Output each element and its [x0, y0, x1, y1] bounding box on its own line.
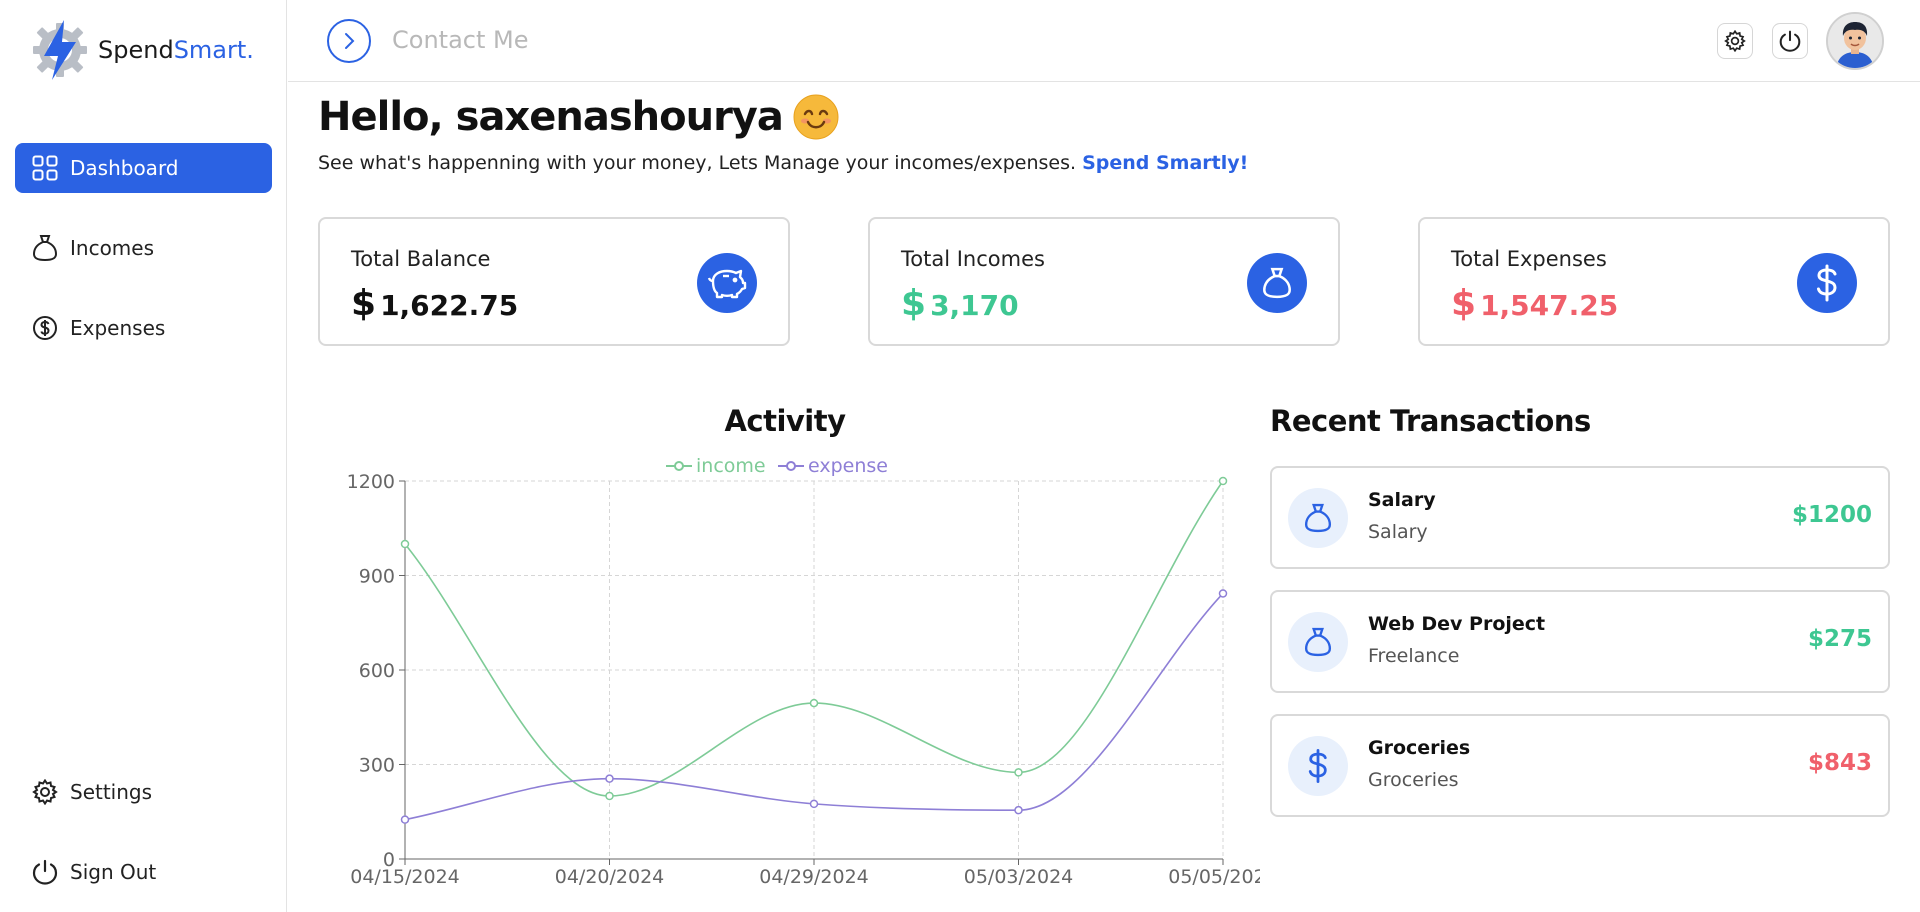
total-incomes-card: Total Incomes $3,170 — [868, 217, 1340, 346]
expense-data-point — [809, 799, 819, 809]
logo-gear-bolt-icon — [33, 20, 87, 80]
x-tick-label: 05/03/2024 — [964, 866, 1074, 888]
smiling-face-emoji-icon — [793, 94, 839, 140]
card-value: $3,170 — [901, 283, 1019, 324]
total-balance-card: Total Balance $1,622.75 — [318, 217, 790, 346]
gear-icon — [30, 777, 60, 807]
expense-data-point — [605, 774, 614, 783]
contact-button[interactable] — [327, 19, 371, 63]
income-data-point — [1014, 768, 1023, 777]
legend-income-marker — [674, 461, 684, 471]
transaction-category: Freelance — [1368, 645, 1460, 667]
legend-expense-marker — [786, 461, 796, 471]
dashboard-grid-icon — [30, 153, 60, 183]
expense-data-point — [1218, 589, 1228, 598]
transaction-item[interactable]: Groceries Groceries $843 — [1270, 714, 1890, 817]
total-expenses-card: Total Expenses $1,547.25 — [1418, 217, 1890, 346]
transaction-category: Salary — [1368, 521, 1428, 543]
expense-data-point — [1014, 805, 1023, 815]
sidebar-item-settings[interactable]: Settings — [15, 767, 272, 817]
income-data-point — [809, 698, 819, 708]
dollar-icon — [1288, 736, 1348, 796]
brand-logo[interactable]: SpendSmart. — [30, 18, 254, 82]
y-tick-label: 1200 — [347, 471, 395, 493]
power-icon — [1779, 30, 1801, 52]
legend-income-label: income — [696, 455, 766, 477]
user-avatar[interactable] — [1826, 12, 1884, 70]
sidebar-item-label: Dashboard — [70, 156, 179, 180]
money-bag-icon — [1288, 488, 1348, 548]
income-data-point — [1218, 476, 1228, 486]
card-label: Total Balance — [351, 247, 491, 271]
income-data-point — [400, 539, 410, 549]
income-data-point — [605, 791, 614, 801]
legend-expense-label: expense — [808, 455, 888, 477]
page-subtitle: See what's happenning with your money, L… — [318, 152, 1249, 174]
sidebar-item-label: Sign Out — [70, 860, 157, 884]
piggy-bank-icon — [697, 253, 757, 313]
sidebar-item-expenses[interactable]: Expenses — [15, 303, 272, 353]
page-title: Hello, saxenashourya — [318, 94, 839, 140]
transaction-amount: $275 — [1807, 626, 1872, 652]
sidebar-item-label: Incomes — [70, 236, 155, 260]
brand-name: SpendSmart. — [98, 36, 254, 64]
x-tick-label: 04/20/2024 — [555, 866, 665, 888]
transaction-name: Web Dev Project — [1368, 613, 1546, 635]
gear-icon — [1724, 30, 1746, 52]
y-tick-label: 600 — [359, 660, 395, 682]
transaction-item[interactable]: Web Dev Project Freelance $275 — [1270, 590, 1890, 693]
settings-button[interactable] — [1717, 23, 1753, 59]
sidebar: SpendSmart. Dashboard Incomes Expenses S… — [0, 0, 287, 912]
money-bag-icon — [30, 233, 60, 263]
money-bag-icon — [1288, 612, 1348, 672]
dollar-icon — [1797, 253, 1857, 313]
sidebar-item-label: Expenses — [70, 316, 166, 340]
dollar-circle-icon — [30, 313, 60, 343]
chart-title: Activity — [724, 404, 846, 438]
sidebar-item-incomes[interactable]: Incomes — [15, 223, 272, 273]
sidebar-item-sign-out[interactable]: Sign Out — [15, 847, 272, 897]
transaction-amount: $1200 — [1791, 502, 1872, 528]
avatar-illustration-icon — [1828, 14, 1882, 68]
card-label: Total Incomes — [901, 247, 1045, 271]
contact-label[interactable]: Contact Me — [392, 26, 528, 54]
chevron-right-icon — [345, 33, 355, 49]
x-tick-label: 05/05/2024 — [1168, 866, 1260, 888]
y-tick-label: 300 — [359, 755, 395, 777]
transaction-amount: $843 — [1807, 750, 1872, 776]
expense-data-point — [400, 815, 410, 824]
transaction-name: Salary — [1368, 489, 1436, 511]
power-icon — [30, 857, 60, 887]
top-bar: Contact Me — [288, 0, 1920, 82]
spend-smartly-link[interactable]: Spend Smartly! — [1082, 152, 1248, 174]
money-bag-icon — [1247, 253, 1307, 313]
card-label: Total Expenses — [1451, 247, 1607, 271]
activity-chart: 0300600900120004/15/2024 04/20/2024 04/29/… — [347, 455, 1260, 888]
power-button[interactable] — [1772, 23, 1808, 59]
card-value: $1,547.25 — [1451, 283, 1619, 324]
transaction-name: Groceries — [1368, 737, 1471, 759]
transaction-category: Groceries — [1368, 769, 1459, 791]
recent-transactions-title: Recent Transactions — [1270, 404, 1591, 438]
x-tick-label: 04/15/2024 — [350, 866, 460, 888]
y-tick-label: 900 — [359, 566, 395, 588]
x-tick-label: 04/29/2024 — [759, 866, 869, 888]
transaction-item[interactable]: Salary Salary $1200 — [1270, 466, 1890, 569]
card-value: $1,622.75 — [351, 283, 519, 324]
sidebar-item-label: Settings — [70, 780, 153, 804]
sidebar-item-dashboard[interactable]: Dashboard — [15, 143, 272, 193]
